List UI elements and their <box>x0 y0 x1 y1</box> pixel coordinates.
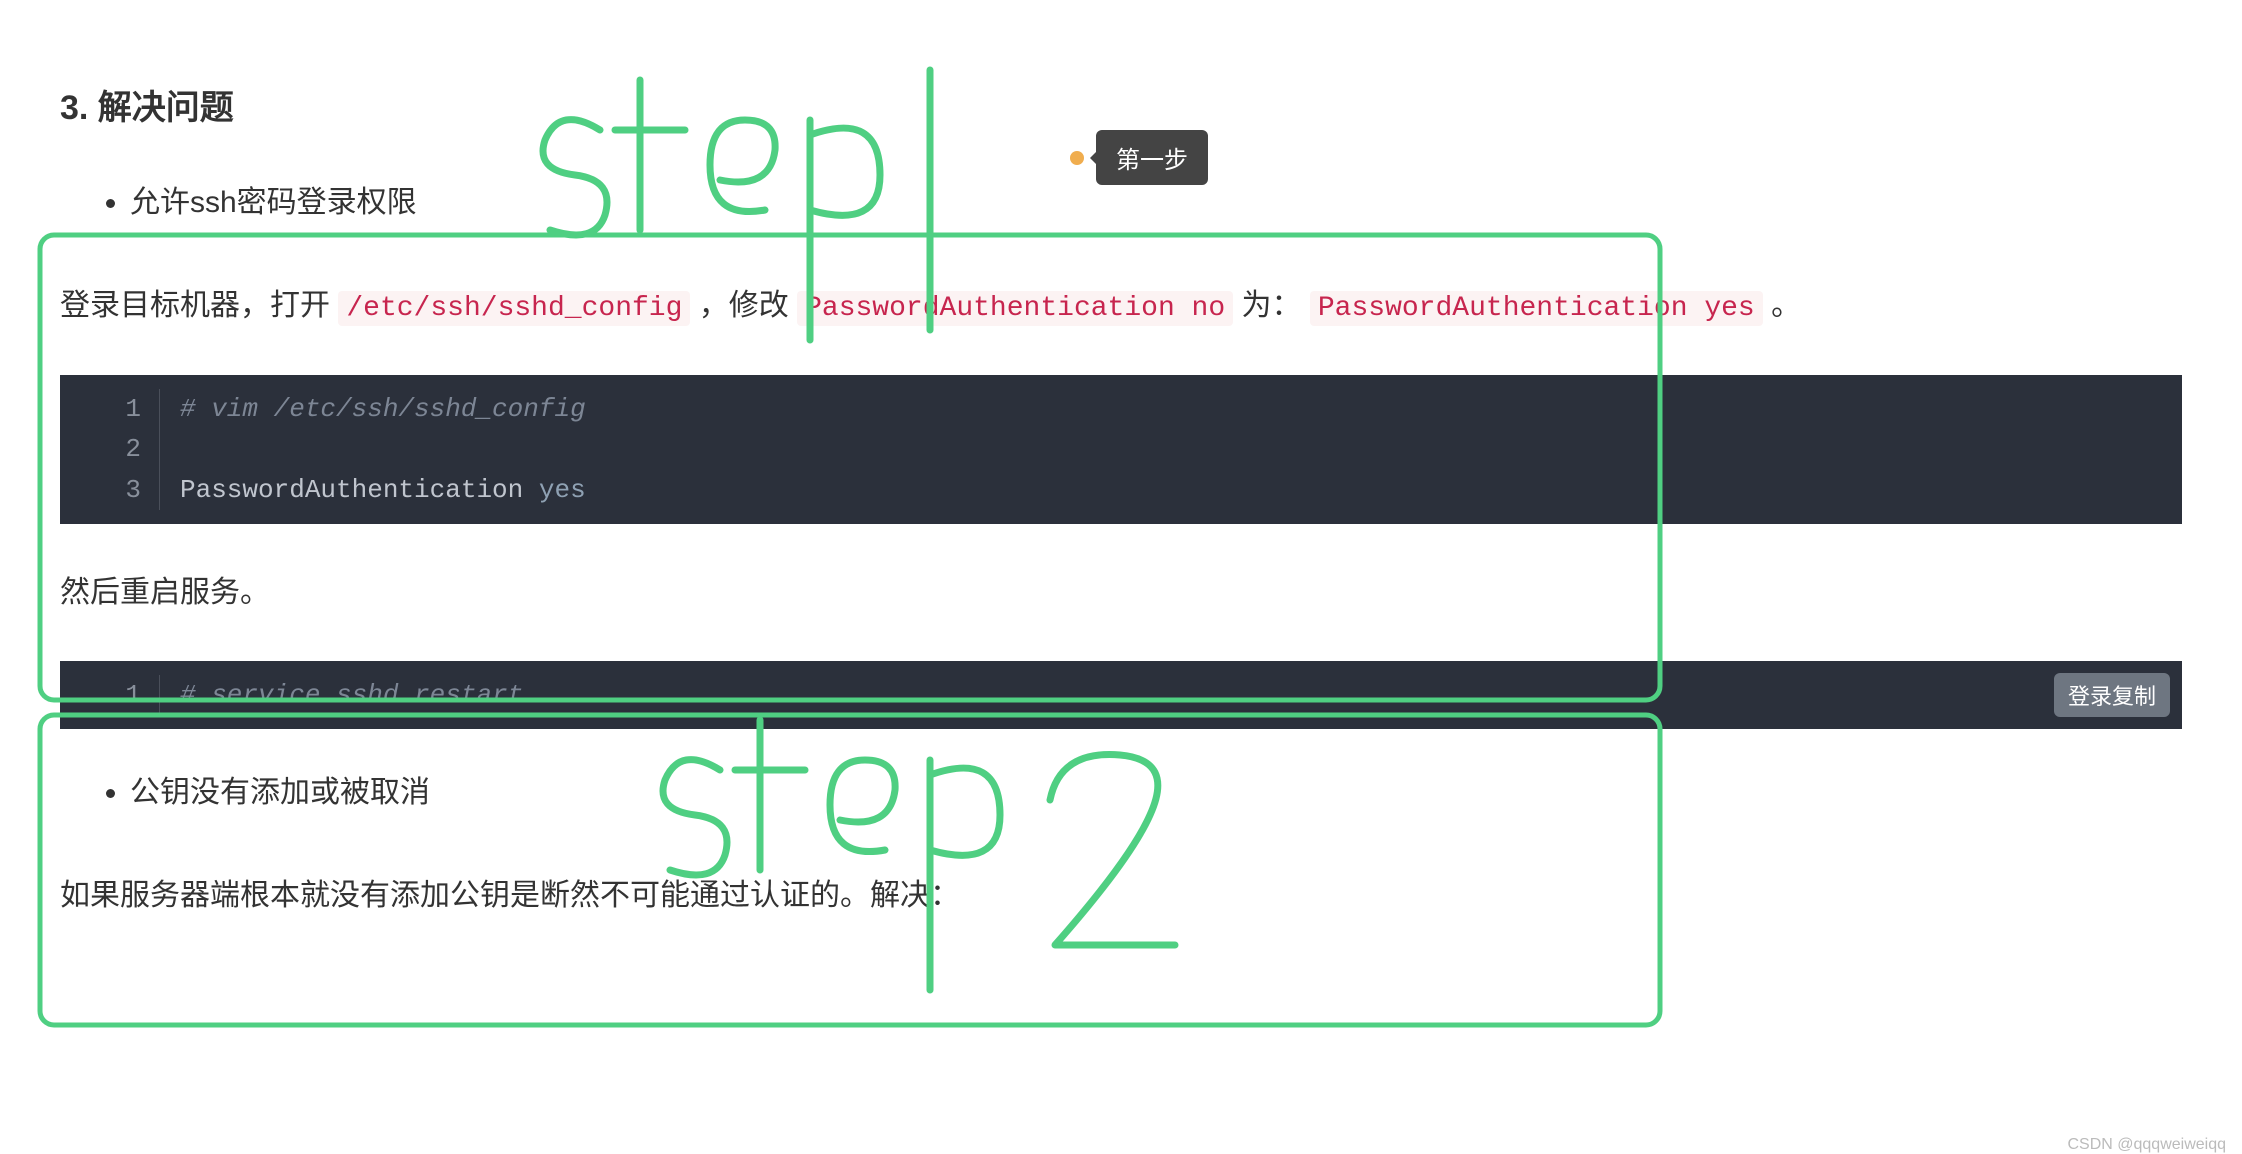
paragraph-restart: 然后重启服务。 <box>60 564 2182 621</box>
text-fragment: 登录目标机器，打开 <box>60 289 338 322</box>
login-copy-button[interactable]: 登录复制 <box>2054 673 2170 717</box>
code-block-sshd-config: 1 # vim /etc/ssh/sshd_config 2 3 Passwor… <box>60 375 2182 524</box>
inline-code-path: /etc/ssh/sshd_config <box>338 291 690 326</box>
watermark: CSDN @qqqweiweiqq <box>2067 1136 2226 1154</box>
tooltip-step-one: 第一步 <box>1070 130 1208 185</box>
line-number: 1 <box>60 389 160 429</box>
code-key: PasswordAuthentication <box>180 475 539 505</box>
bullet-pubkey-missing: 公钥没有添加或被取消 <box>130 769 2182 817</box>
inline-code-original: PasswordAuthentication no <box>797 291 1233 326</box>
code-comment: # service sshd restart <box>180 680 523 710</box>
paragraph-pubkey-explain: 如果服务器端根本就没有添加公钥是断然不可能通过认证的。解决： <box>60 867 2182 924</box>
line-number: 2 <box>60 429 160 469</box>
tooltip-label: 第一步 <box>1096 130 1208 185</box>
section-heading: 3. 解决问题 <box>60 80 2182 129</box>
bullet-allow-password: 允许ssh密码登录权限 <box>130 179 2182 227</box>
line-number: 1 <box>60 675 160 715</box>
line-number: 3 <box>60 470 160 510</box>
code-comment: # vim /etc/ssh/sshd_config <box>180 394 586 424</box>
text-fragment: 。 <box>1771 289 1801 322</box>
text-fragment: 为： <box>1242 289 1302 322</box>
inline-code-new: PasswordAuthentication yes <box>1310 291 1763 326</box>
text-fragment: ，修改 <box>699 289 797 322</box>
paragraph-edit-config: 登录目标机器，打开 /etc/ssh/sshd_config ，修改 Passw… <box>60 277 2182 335</box>
code-value: yes <box>539 475 586 505</box>
code-block-restart: 1 # service sshd restart 登录复制 <box>60 661 2182 729</box>
